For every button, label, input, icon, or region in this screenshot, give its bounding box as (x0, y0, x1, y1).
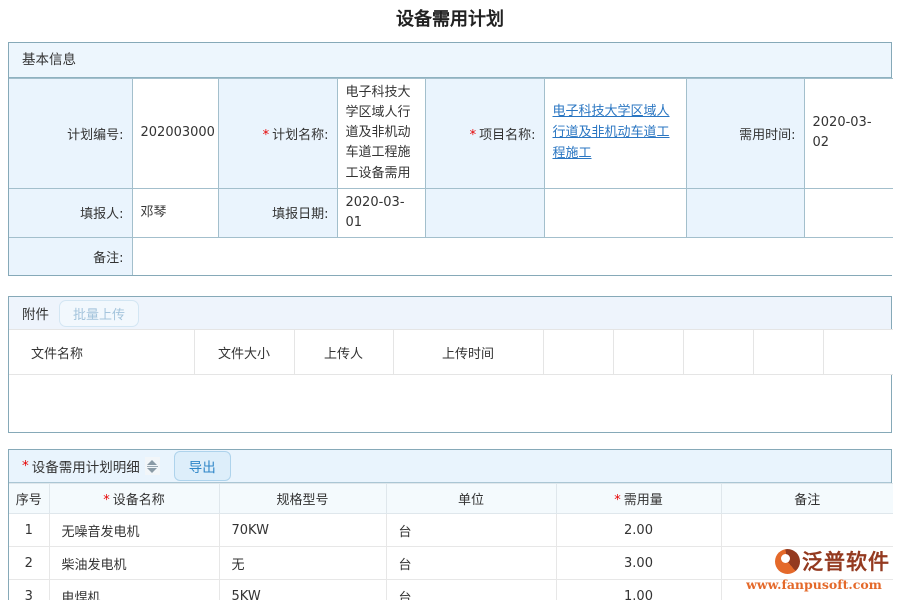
detail-col-spec-model: 规格型号 (219, 484, 386, 514)
cell-serial: 1 (9, 514, 49, 547)
detail-col-quantity: *需用量 (556, 484, 721, 514)
cell-spec-model: 无 (219, 547, 386, 580)
cell-serial: 3 (9, 580, 49, 600)
plan-no-value: 202003000 (132, 79, 218, 189)
plan-name-value: 电子科技大学区域人行道及非机动车道工程施工设备需用 (337, 79, 425, 189)
cell-unit: 台 (386, 547, 556, 580)
required-asterisk: * (470, 128, 477, 143)
basic-info-table: 计划编号: 202003000 *计划名称: 电子科技大学区域人行道及非机动车道… (9, 78, 893, 275)
attach-col-uploadtime: 上传时间 (393, 330, 543, 375)
remark-value (132, 237, 893, 275)
detail-col-unit: 单位 (386, 484, 556, 514)
cell-equipment-name: 无噪音发电机 (49, 514, 219, 547)
project-name-cell: 电子科技大学区域人行道及非机动车道工程施工 (544, 79, 686, 189)
brand-name: 泛普软件 (802, 546, 890, 576)
cell-unit: 台 (386, 580, 556, 600)
attach-col-filesize: 文件大小 (194, 330, 294, 375)
cell-spec-model: 5KW (219, 580, 386, 600)
fanpu-logo: 泛普软件 www.fanpusoft.com (738, 546, 890, 592)
attachments-section-title: 附件 (22, 303, 49, 323)
attach-col-filename: 文件名称 (9, 330, 194, 375)
cell-quantity: 2.00 (556, 514, 721, 547)
attachments-header: 附件 批量上传 (9, 297, 891, 329)
cell-remark (721, 514, 893, 547)
attach-col-empty (683, 330, 753, 375)
table-row: 1 无噪音发电机 70KW 台 2.00 (9, 514, 893, 547)
need-time-value: 2020-03-02 (804, 79, 893, 189)
attach-col-empty (823, 330, 893, 375)
attach-col-empty (543, 330, 613, 375)
plan-name-label: *计划名称: (218, 79, 337, 189)
required-asterisk: * (614, 493, 621, 508)
detail-section-header: * 设备需用计划明细 导出 (9, 450, 891, 483)
attachments-empty-area (9, 375, 891, 432)
required-asterisk: * (22, 458, 29, 474)
sort-icon[interactable] (145, 457, 160, 475)
cell-spec-model: 70KW (219, 514, 386, 547)
attach-col-uploader: 上传人 (294, 330, 393, 375)
required-asterisk: * (263, 128, 270, 143)
cell-unit: 台 (386, 514, 556, 547)
cell-serial: 2 (9, 547, 49, 580)
attach-col-empty (753, 330, 823, 375)
basic-info-section-title: 基本信息 (9, 43, 891, 78)
report-date-value: 2020-03-01 (337, 188, 425, 237)
cell-equipment-name: 电焊机 (49, 580, 219, 600)
equipment-demand-plan-page: 设备需用计划 基本信息 计划编号: 202003000 *计划名称: 电子科技大… (0, 0, 900, 600)
remark-label: 备注: (9, 237, 132, 275)
reporter-label: 填报人: (9, 188, 132, 237)
empty-value-cell (544, 188, 686, 237)
empty-label-cell (425, 188, 544, 237)
fanpu-logo-icon (775, 549, 800, 574)
project-name-link[interactable]: 电子科技大学区域人行道及非机动车道工程施工 (553, 104, 670, 161)
page-title: 设备需用计划 (0, 0, 900, 42)
empty-value-cell (804, 188, 893, 237)
attachments-section: 附件 批量上传 文件名称 文件大小 上传人 上传时间 (8, 296, 892, 433)
plan-no-label: 计划编号: (9, 79, 132, 189)
project-name-label: *项目名称: (425, 79, 544, 189)
basic-info-section: 基本信息 计划编号: 202003000 *计划名称: 电子科技大学区域人行道及… (8, 42, 892, 276)
required-asterisk: * (103, 493, 110, 508)
need-time-label: 需用时间: (686, 79, 804, 189)
sort-up-arrow-icon (147, 460, 157, 465)
sort-down-arrow-icon (147, 468, 157, 473)
report-date-label: 填报日期: (218, 188, 337, 237)
cell-quantity: 1.00 (556, 580, 721, 600)
detail-col-remark: 备注 (721, 484, 893, 514)
attachments-table: 文件名称 文件大小 上传人 上传时间 (9, 329, 893, 375)
brand-url: www.fanpusoft.com (738, 577, 890, 592)
empty-label-cell (686, 188, 804, 237)
cell-quantity: 3.00 (556, 547, 721, 580)
detail-col-equipment-name: *设备名称 (49, 484, 219, 514)
reporter-value: 邓琴 (132, 188, 218, 237)
cell-equipment-name: 柴油发电机 (49, 547, 219, 580)
detail-section-title: 设备需用计划明细 (32, 456, 140, 476)
attach-col-empty (613, 330, 683, 375)
sort-divider (147, 466, 158, 467)
batch-upload-button[interactable]: 批量上传 (59, 300, 139, 327)
export-button[interactable]: 导出 (174, 451, 231, 481)
detail-col-serial: 序号 (9, 484, 49, 514)
